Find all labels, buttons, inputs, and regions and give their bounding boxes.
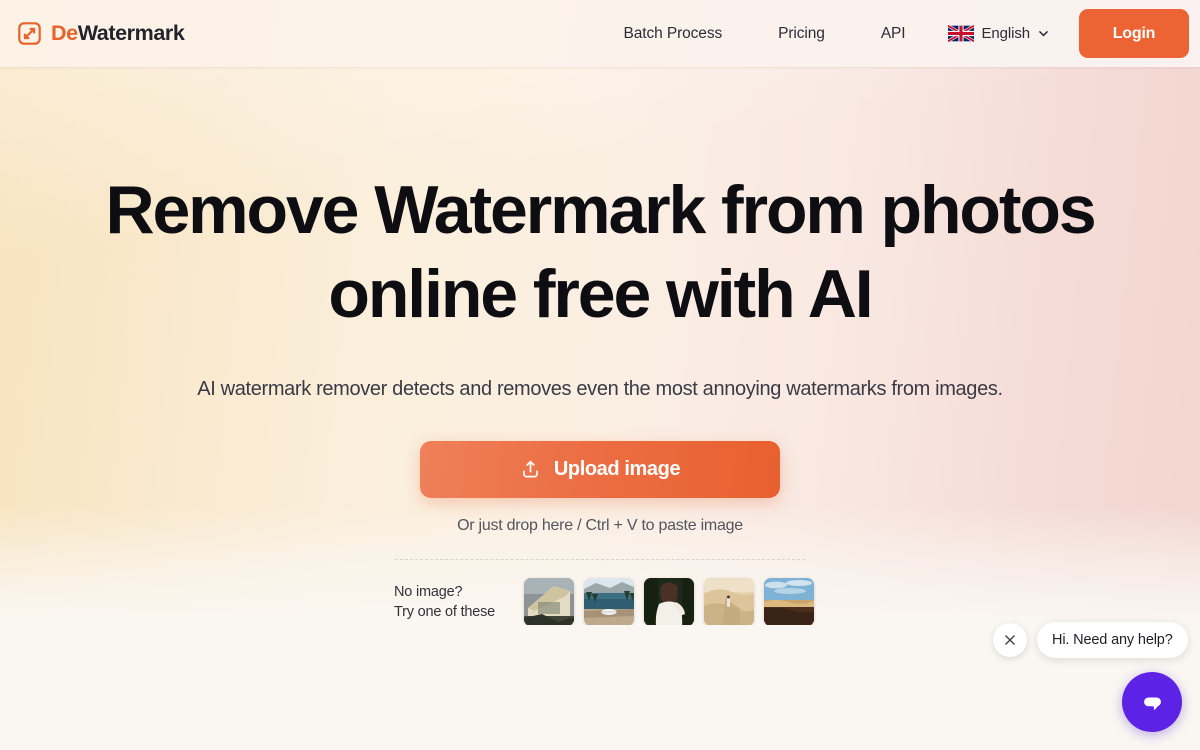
close-icon bbox=[1005, 635, 1015, 645]
brand-name: DeWatermark bbox=[51, 20, 185, 45]
uk-flag-icon bbox=[947, 24, 974, 43]
chat-greeting-bubble[interactable]: Hi. Need any help? bbox=[1037, 622, 1188, 658]
sample-thumbnail-portrait[interactable] bbox=[644, 578, 694, 625]
drop-hint-text: Or just drop here / Ctrl + V to paste im… bbox=[457, 517, 743, 534]
nav-api[interactable]: API bbox=[881, 17, 906, 51]
site-header: DeWatermark Batch Process Pricing API En… bbox=[0, 0, 1200, 67]
divider bbox=[395, 559, 805, 560]
hero-section: Remove Watermark from photos online free… bbox=[0, 67, 1200, 625]
upload-button-label: Upload image bbox=[553, 458, 681, 480]
chat-bubble-icon bbox=[1143, 696, 1161, 710]
nav-pricing[interactable]: Pricing bbox=[778, 17, 825, 51]
language-selector[interactable]: English bbox=[947, 24, 1051, 43]
watermark-square-icon bbox=[18, 22, 41, 45]
sample-thumbnail-landscape[interactable] bbox=[764, 578, 814, 625]
sample-thumbnail-lake[interactable] bbox=[584, 578, 634, 625]
main-navigation: Batch Process Pricing API English Login bbox=[623, 9, 1200, 58]
sample-images-label: No image? Try one of these bbox=[394, 582, 516, 622]
chat-close-button[interactable] bbox=[993, 623, 1027, 657]
sample-label-line-1: No image? bbox=[394, 584, 463, 600]
brand-name-de: De bbox=[51, 20, 78, 45]
chat-greeting-text: Hi. Need any help? bbox=[1052, 632, 1173, 648]
sample-label-line-2: Try one of these bbox=[394, 604, 496, 620]
language-label: English bbox=[981, 25, 1031, 42]
upload-image-button[interactable]: Upload image bbox=[420, 441, 780, 498]
hero-subtitle: AI watermark remover detects and removes… bbox=[197, 378, 1003, 400]
brand-name-watermark: Watermark bbox=[77, 20, 185, 45]
hero-content: Remove Watermark from photos online free… bbox=[0, 67, 1200, 625]
sample-thumbnail-house[interactable] bbox=[524, 578, 574, 625]
chat-launcher-button[interactable] bbox=[1122, 672, 1182, 732]
brand-logo[interactable]: DeWatermark bbox=[17, 20, 185, 46]
chevron-down-icon bbox=[1039, 31, 1048, 37]
login-button[interactable]: Login bbox=[1079, 9, 1189, 58]
upload-tray-icon bbox=[522, 460, 538, 478]
sample-images-row: No image? Try one of these bbox=[394, 578, 814, 625]
nav-batch-process[interactable]: Batch Process bbox=[623, 17, 722, 51]
page-title: Remove Watermark from photos online free… bbox=[105, 172, 1096, 332]
sample-thumbnail-desert[interactable] bbox=[704, 578, 754, 625]
